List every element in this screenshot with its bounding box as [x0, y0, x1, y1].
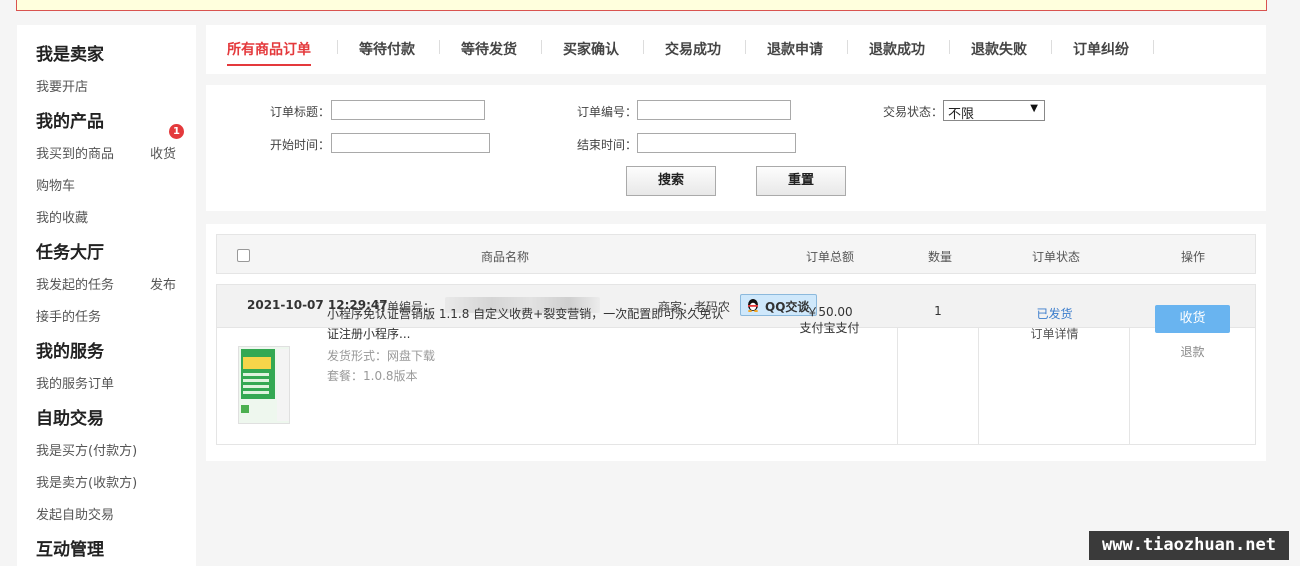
order-status-cell: 已发货 订单详情: [979, 304, 1130, 344]
table-header: 商品名称 订单总额 数量 订单状态 操作: [216, 234, 1256, 274]
tab-divider: [745, 40, 746, 54]
trade-status-label: 交易状态：: [883, 105, 944, 119]
end-time-input[interactable]: [637, 133, 796, 153]
trade-status-value: 不限: [948, 107, 975, 122]
order-status-shipped[interactable]: 已发货: [979, 304, 1130, 324]
sidebar-item-publish[interactable]: 发布: [150, 274, 176, 293]
search-button[interactable]: 搜索: [626, 166, 716, 196]
column-divider: [897, 327, 898, 444]
refund-link[interactable]: 退款: [1155, 343, 1230, 360]
sidebar: 我是卖家 我要开店 我的产品 我买到的商品 收货 1 购物车 我的收藏 任务大厅…: [17, 25, 196, 566]
tab-divider: [1153, 40, 1154, 54]
select-all-checkbox[interactable]: [237, 249, 250, 262]
tab-awaiting-shipment[interactable]: 等待发货: [461, 39, 517, 59]
order-tabs: 所有商品订单 等待付款 等待发货 买家确认 交易成功 退款申请 退款成功 退款失…: [206, 25, 1266, 74]
sidebar-item-favorites[interactable]: 我的收藏: [36, 207, 88, 226]
column-divider: [1129, 327, 1130, 444]
order-number-label: 订单编号：: [577, 105, 638, 119]
tab-refund-requests[interactable]: 退款申请: [767, 39, 823, 59]
order-price: ￥50.00: [806, 305, 853, 319]
product-title-link[interactable]: 小程序免认证营销版 1.1.8 自定义收费+裂变营销，一次配置即可永久免认证注册…: [327, 304, 727, 344]
search-filter-panel: 订单标题： 订单编号： 交易状态： 不限 ▼ 开始时间： 结束时间： 搜索 重置: [206, 85, 1266, 211]
sidebar-item-start-trade[interactable]: 发起自助交易: [36, 504, 114, 523]
sidebar-item-seller-side[interactable]: 我是卖方(收款方): [36, 472, 137, 491]
sidebar-head-seller: 我是卖家: [36, 45, 104, 65]
qq-penguin-icon: [748, 299, 758, 312]
tab-buyer-confirm[interactable]: 买家确认: [563, 39, 619, 59]
sidebar-item-bought[interactable]: 我买到的商品: [36, 143, 114, 162]
sidebar-item-accepted-tasks[interactable]: 接手的任务: [36, 306, 101, 325]
column-header-product: 商品名称: [481, 250, 530, 264]
column-header-total: 订单总额: [806, 250, 855, 264]
package-version: 套餐：1.0.8版本: [327, 369, 418, 383]
sidebar-item-service-orders[interactable]: 我的服务订单: [36, 373, 114, 392]
order-list: 商品名称 订单总额 数量 订单状态 操作 2021-10-07 12:29:47…: [206, 224, 1266, 461]
tab-divider: [1051, 40, 1052, 54]
column-divider: [978, 327, 979, 444]
column-header-action: 操作: [1181, 250, 1206, 264]
site-watermark: www.tiaozhuan.net: [1089, 531, 1289, 560]
tab-divider: [643, 40, 644, 54]
tab-disputes[interactable]: 订单纠纷: [1073, 39, 1129, 59]
sidebar-head-self-trade: 自助交易: [36, 409, 104, 429]
order-title-label: 订单标题：: [270, 105, 331, 119]
order-quantity: 1: [934, 304, 942, 318]
tab-divider: [847, 40, 848, 54]
order-number-input[interactable]: [637, 100, 791, 120]
sidebar-head-tasks: 任务大厅: [36, 243, 104, 263]
tab-awaiting-payment[interactable]: 等待付款: [359, 39, 415, 59]
start-time-label: 开始时间：: [270, 138, 331, 152]
tab-all-orders[interactable]: 所有商品订单: [227, 39, 311, 66]
product-thumbnail[interactable]: [238, 346, 290, 424]
payment-method: 支付宝支付: [799, 321, 860, 335]
sidebar-item-open-shop[interactable]: 我要开店: [36, 76, 88, 95]
receive-count-badge: 1: [169, 124, 184, 139]
confirm-receipt-button[interactable]: 收货: [1155, 305, 1230, 333]
reset-button[interactable]: 重置: [756, 166, 846, 196]
tab-divider: [541, 40, 542, 54]
sidebar-head-products: 我的产品: [36, 112, 104, 132]
order-total: ￥50.00 支付宝支付: [777, 304, 882, 336]
sidebar-item-receive[interactable]: 收货: [150, 143, 176, 162]
notice-bar: [16, 0, 1267, 11]
sidebar-head-services: 我的服务: [36, 342, 104, 362]
delivery-method: 发货形式：网盘下载: [327, 349, 436, 363]
order-detail-link[interactable]: 订单详情: [979, 324, 1130, 344]
column-header-status: 订单状态: [1032, 250, 1081, 264]
trade-status-select[interactable]: 不限 ▼: [943, 100, 1045, 122]
sidebar-item-buyer-side[interactable]: 我是买方(付款方): [36, 440, 137, 459]
tab-divider: [337, 40, 338, 54]
start-time-input[interactable]: [331, 133, 490, 153]
tab-refund-failed[interactable]: 退款失败: [971, 39, 1027, 59]
order-card: 2021-10-07 12:29:47 订单编号： 商家： 老码农 QQ交谈 小…: [216, 284, 1256, 445]
column-header-quantity: 数量: [928, 250, 953, 264]
sidebar-head-interaction: 互动管理: [36, 540, 104, 560]
end-time-label: 结束时间：: [577, 138, 638, 152]
tab-divider: [949, 40, 950, 54]
tab-completed[interactable]: 交易成功: [665, 39, 721, 59]
sidebar-item-cart[interactable]: 购物车: [36, 175, 75, 194]
tab-divider: [439, 40, 440, 54]
chevron-down-icon: ▼: [1030, 103, 1038, 114]
order-title-input[interactable]: [331, 100, 485, 120]
tab-refund-success[interactable]: 退款成功: [869, 39, 925, 59]
sidebar-item-my-tasks[interactable]: 我发起的任务: [36, 274, 114, 293]
